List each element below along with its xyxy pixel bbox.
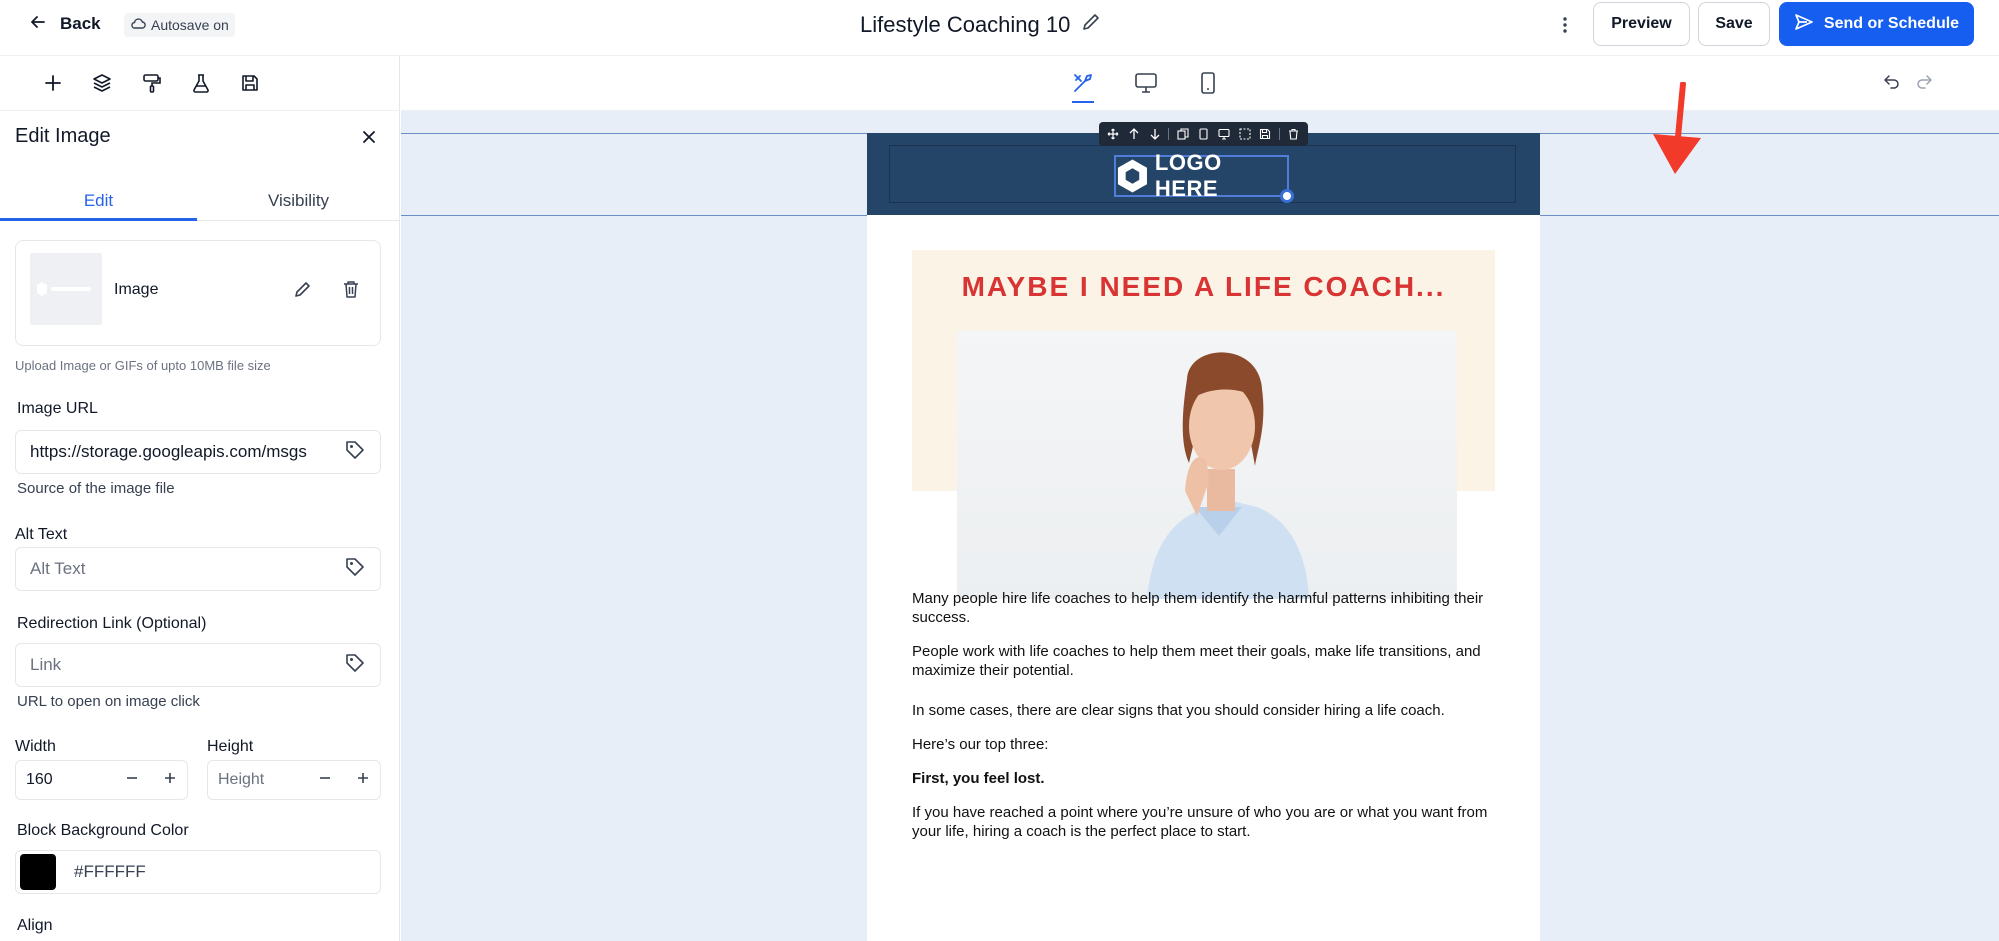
desktop-visibility-icon[interactable] <box>1217 127 1231 141</box>
save-block-icon[interactable] <box>1258 127 1272 141</box>
body-paragraph[interactable]: If you have reached a point where you’re… <box>912 803 1495 841</box>
arrow-up-icon[interactable] <box>1127 127 1141 141</box>
body-paragraph[interactable]: First, you feel lost. <box>912 769 1495 788</box>
cloud-icon <box>130 17 146 34</box>
save-icon[interactable] <box>237 70 263 96</box>
alt-text-placeholder: Alt Text <box>30 559 86 578</box>
flask-icon[interactable] <box>188 70 214 96</box>
coach-photo[interactable] <box>957 331 1457 599</box>
email-body: LOGO HERE MAYBE I NEED A LIFE COACH... M… <box>867 122 1540 941</box>
plus-icon[interactable] <box>40 70 66 96</box>
campaign-title[interactable]: Lifestyle Coaching 10 <box>860 10 1102 40</box>
bg-color-field[interactable]: #FFFFFF <box>15 850 381 894</box>
send-icon <box>1794 13 1814 36</box>
layers-icon[interactable] <box>89 70 115 96</box>
mobile-visibility-icon[interactable] <box>1196 127 1210 141</box>
image-thumbnail[interactable] <box>30 253 102 325</box>
color-swatch[interactable] <box>20 854 56 890</box>
tab-edit[interactable]: Edit <box>0 181 197 221</box>
back-label: Back <box>60 14 101 33</box>
separator <box>1278 128 1280 140</box>
alt-text-label: Alt Text <box>15 526 68 543</box>
mobile-icon[interactable] <box>1193 68 1223 98</box>
logo-text: LOGO HERE <box>1154 150 1222 201</box>
plus-icon[interactable] <box>356 771 370 790</box>
minus-icon[interactable] <box>125 771 139 790</box>
logo-hexagon-icon <box>1117 159 1147 193</box>
body-paragraph[interactable]: In some cases, there are clear signs tha… <box>912 701 1495 720</box>
block-action-toolbar <box>1099 122 1308 146</box>
active-device-indicator <box>1072 101 1094 103</box>
width-stepper[interactable]: 160 <box>15 760 188 800</box>
logo-image[interactable]: LOGO HERE <box>1114 150 1289 201</box>
body-paragraph[interactable]: Many people hire life coaches to help th… <box>912 589 1495 627</box>
image-url-label: Image URL <box>17 400 98 417</box>
height-placeholder: Height <box>218 771 265 788</box>
tag-icon[interactable] <box>344 439 366 466</box>
edit-image-panel: Edit Image Edit Visibility Image Upload … <box>0 111 400 941</box>
bg-color-value: #FFFFFF <box>74 862 146 881</box>
send-label: Send or Schedule <box>1823 15 1960 32</box>
minus-icon[interactable] <box>318 771 332 790</box>
redirect-help: URL to open on image click <box>17 693 200 710</box>
headline[interactable]: MAYBE I NEED A LIFE COACH... <box>912 271 1495 303</box>
align-label: Align <box>17 917 53 934</box>
image-url-value: https://storage.googleapis.com/msgs <box>30 442 307 461</box>
redirect-link-placeholder: Link <box>30 655 62 674</box>
plus-icon[interactable] <box>163 771 177 790</box>
paint-roller-icon[interactable] <box>139 70 165 96</box>
arrow-down-icon[interactable] <box>1148 127 1162 141</box>
desktop-icon[interactable] <box>1131 68 1161 98</box>
send-or-schedule-button[interactable]: Send or Schedule <box>1779 2 1974 46</box>
alt-text-field[interactable]: Alt Text <box>15 547 381 591</box>
device-toolbar <box>401 56 1999 111</box>
separator <box>1168 128 1170 140</box>
save-button[interactable]: Save <box>1698 2 1770 46</box>
campaign-title-text: Lifestyle Coaching 10 <box>860 12 1071 37</box>
preview-button[interactable]: Preview <box>1593 2 1690 46</box>
autosave-badge: Autosave on <box>124 13 235 37</box>
back-button[interactable]: Back <box>30 12 101 36</box>
bg-color-label: Block Background Color <box>17 822 189 839</box>
height-label: Height <box>207 738 254 755</box>
edit-pencil-icon[interactable] <box>293 279 313 304</box>
tag-icon[interactable] <box>344 556 366 583</box>
resize-handle[interactable] <box>1280 189 1294 203</box>
tools-icon[interactable] <box>1068 68 1098 98</box>
redirect-label: Redirection Link (Optional) <box>17 615 207 632</box>
width-value: 160 <box>26 771 53 788</box>
redirect-link-field[interactable]: Link <box>15 643 381 687</box>
autosave-label: Autosave on <box>151 17 229 33</box>
move-icon[interactable] <box>1106 127 1120 141</box>
hide-icon[interactable] <box>1238 127 1252 141</box>
annotation-arrow <box>1647 81 1707 182</box>
height-stepper[interactable]: Height <box>207 760 381 800</box>
tab-visibility[interactable]: Visibility <box>200 181 397 221</box>
width-label: Width <box>15 738 56 755</box>
upload-help-text: Upload Image or GIFs of upto 10MB file s… <box>15 358 271 373</box>
trash-icon[interactable] <box>342 279 360 304</box>
body-paragraph[interactable]: People work with life coaches to help th… <box>912 642 1495 680</box>
image-card-label: Image <box>114 281 159 298</box>
active-tab-indicator <box>0 218 197 221</box>
tag-icon[interactable] <box>344 652 366 679</box>
duplicate-icon[interactable] <box>1176 127 1190 141</box>
redo-icon[interactable] <box>1915 73 1933 94</box>
image-url-help: Source of the image file <box>17 480 175 497</box>
image-url-field[interactable]: https://storage.googleapis.com/msgs <box>15 430 381 474</box>
close-icon[interactable] <box>357 125 381 149</box>
more-options-icon[interactable] <box>1555 14 1575 36</box>
delete-icon[interactable] <box>1287 127 1301 141</box>
email-canvas: LOGO HERE MAYBE I NEED A LIFE COACH... M… <box>401 56 1999 941</box>
top-bar: Back Autosave on Lifestyle Coaching 10 P… <box>0 0 1999 56</box>
body-paragraph[interactable]: Here’s our top three: <box>912 735 1495 754</box>
undo-icon[interactable] <box>1883 73 1901 94</box>
arrow-left-icon <box>30 14 46 35</box>
pencil-icon[interactable] <box>1080 11 1102 39</box>
panel-title: Edit Image <box>15 125 111 147</box>
left-toolbar <box>0 56 400 111</box>
image-card: Image <box>15 240 381 346</box>
